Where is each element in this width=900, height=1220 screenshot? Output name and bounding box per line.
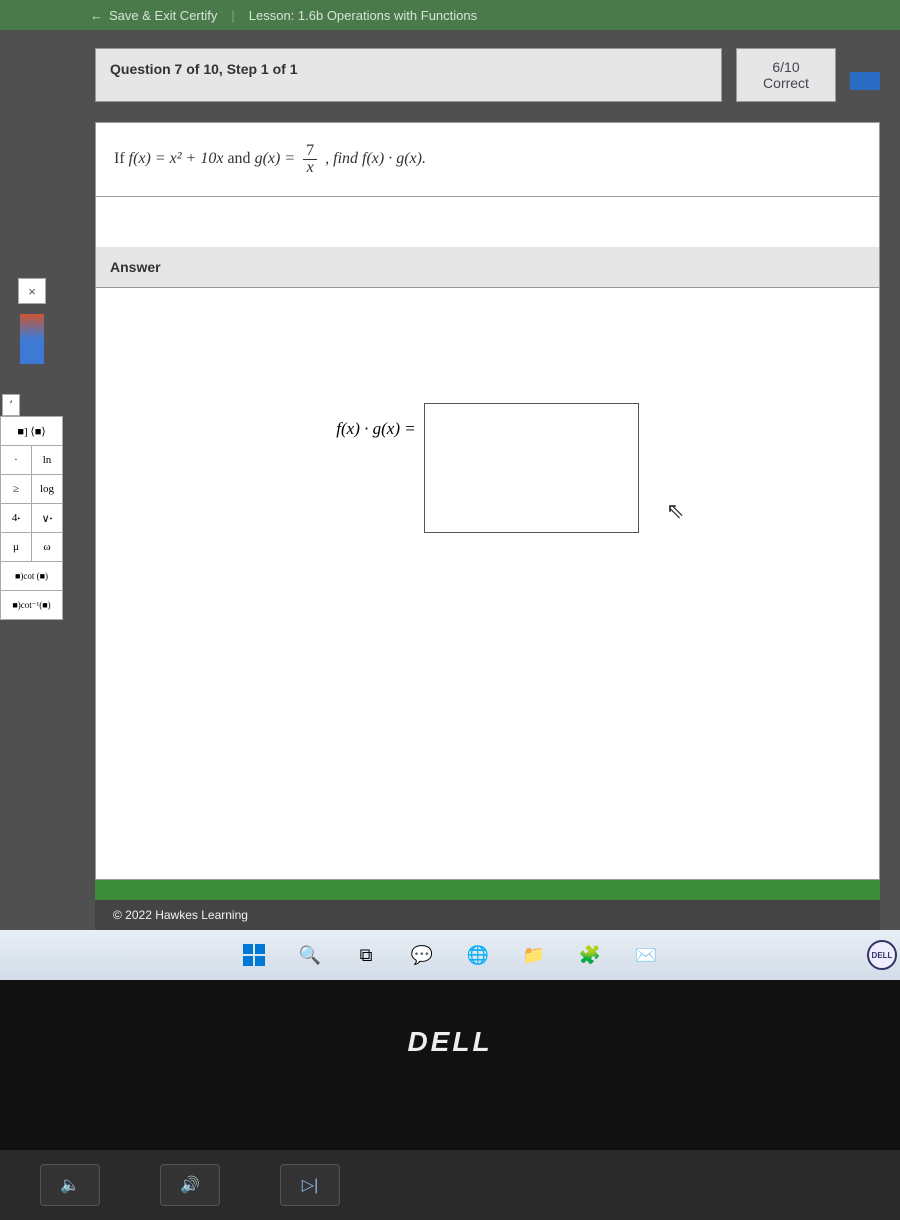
keypad-v[interactable]: ∨• <box>32 504 62 532</box>
keypad-color-swatch <box>20 314 44 364</box>
lesson-title: Lesson: 1.6b Operations with Functions <box>249 8 477 23</box>
windows-taskbar[interactable]: 🔍 ⧉ 💬 🌐 📁 🧩 ✉️ <box>0 930 900 980</box>
score-box: 6/10 Correct <box>736 48 836 102</box>
taskview-icon[interactable]: ⧉ <box>352 941 380 969</box>
question-header-row: Question 7 of 10, Step 1 of 1 6/10 Corre… <box>95 48 880 102</box>
keypad-ln[interactable]: ln <box>32 446 62 474</box>
explorer-icon[interactable]: 📁 <box>520 941 548 969</box>
save-exit-link[interactable]: Save & Exit Certify <box>109 8 217 23</box>
keypad-4[interactable]: 4• <box>1 504 32 532</box>
keypad-mu[interactable]: μ <box>1 533 32 561</box>
top-green-bar: ← Save & Exit Certify | Lesson: 1.6b Ope… <box>0 0 900 30</box>
keypad-omega[interactable]: ω <box>32 533 62 561</box>
keyboard-fn-row: 🔈 🔊 ▷| <box>0 1150 900 1220</box>
answer-header: Answer <box>95 247 880 288</box>
dell-sticker: DELL <box>867 940 897 970</box>
back-arrow-icon[interactable]: ← <box>90 8 103 23</box>
answer-input[interactable] <box>424 403 639 533</box>
green-footer-strip <box>95 880 880 900</box>
search-icon[interactable]: 🔍 <box>296 941 324 969</box>
main-content: × ′ ■] ⟨■⟩ · ln ≥ log 4• ∨• μ ω ■) cot (… <box>0 30 900 930</box>
start-icon[interactable] <box>240 941 268 969</box>
problem-statement: If f(x) = x² + 10x and g(x) = 7x , find … <box>95 122 880 197</box>
answer-body: f(x) · g(x) = ⇖ <box>95 288 880 880</box>
keypad-log[interactable]: log <box>32 475 62 503</box>
keypad-blank1[interactable]: · <box>1 446 32 474</box>
laptop-bezel: DELL <box>0 980 900 1150</box>
answer-label: f(x) · g(x) = <box>336 403 415 439</box>
copyright: © 2022 Hawkes Learning <box>95 900 880 930</box>
cursor-icon: ⇖ <box>666 498 684 524</box>
score-correct: Correct <box>749 75 823 91</box>
keypad-cot[interactable]: ■) cot (■) <box>1 562 62 590</box>
keypad-ge[interactable]: ≥ <box>1 475 32 503</box>
progress-bar-segment <box>850 72 880 90</box>
keypad-prime[interactable]: ′ <box>2 394 20 416</box>
keypad-bracket[interactable]: ■] ⟨■⟩ <box>1 417 62 445</box>
store-icon[interactable]: 🧩 <box>576 941 604 969</box>
score-count: 6/10 <box>749 59 823 75</box>
question-progress: Question 7 of 10, Step 1 of 1 <box>95 48 722 102</box>
math-keypad: × ′ ■] ⟨■⟩ · ln ≥ log 4• ∨• μ ω ■) cot (… <box>0 48 65 930</box>
keypad-cotinv[interactable]: ■) cot⁻¹(■) <box>1 591 62 619</box>
edge-icon[interactable]: 🌐 <box>464 941 492 969</box>
dell-logo: DELL <box>407 1026 492 1058</box>
mail-icon[interactable]: ✉️ <box>632 941 660 969</box>
keypad-table: ■] ⟨■⟩ · ln ≥ log 4• ∨• μ ω ■) cot (■) ■… <box>0 416 63 620</box>
keypad-close-button[interactable]: × <box>18 278 46 304</box>
chat-icon[interactable]: 💬 <box>408 941 436 969</box>
